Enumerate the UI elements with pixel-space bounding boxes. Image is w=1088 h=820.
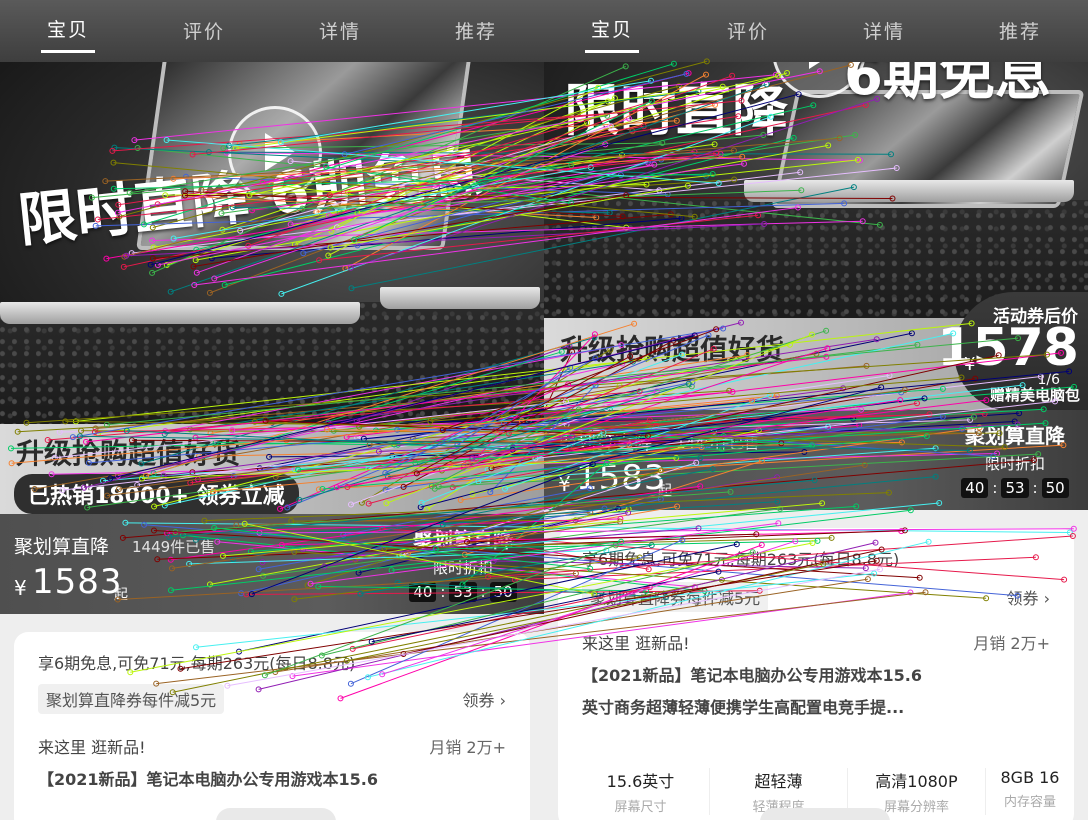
spec-key: 内存容量 bbox=[1003, 795, 1056, 810]
spec-value: 15.6英寸 bbox=[606, 772, 675, 791]
price-suffix: 起 bbox=[114, 587, 128, 603]
right-screenshot-panel: 宝贝 评价 详情 推荐 限时直降 6期免息 升级抢购超值好货 活动券后价 ¥ 1… bbox=[544, 0, 1088, 820]
flash-discount-box: 聚划算直降 限时折扣 40: 53: 50 bbox=[408, 524, 518, 602]
tab-bar-right: 宝贝 评价 详情 推荐 bbox=[544, 0, 1088, 62]
spec-item[interactable]: 8GB 16 内存容量 bbox=[986, 768, 1074, 815]
spec-value: 超轻薄 bbox=[754, 772, 803, 791]
laptop-base-image bbox=[0, 302, 360, 324]
monthly-sales-right: 月销 2万+ bbox=[973, 634, 1050, 653]
currency-symbol: ¥ bbox=[14, 576, 27, 600]
installment-info-right: 享6期免息,可免71元,每期263元(每日8.8元) bbox=[582, 550, 900, 569]
chevron-right-icon: › bbox=[499, 691, 506, 710]
timer-seconds-right: 50 bbox=[1041, 478, 1069, 498]
chevron-right-icon: › bbox=[1043, 589, 1050, 608]
tab-xiangqing-right[interactable]: 详情 bbox=[857, 11, 911, 52]
timer-hours: 40 bbox=[409, 582, 437, 602]
product-title-line-2: 英寸商务超薄轻薄便携学生高配置电竞手提... bbox=[582, 698, 905, 717]
timer-minutes: 53 bbox=[449, 582, 477, 602]
left-screenshot-panel: 宝贝 评价 详情 推荐 限时直降 6期免息 升级抢购超值好货 已热销18000+… bbox=[0, 0, 544, 820]
hot-sale-pill: 已热销18000+ 领券立减 bbox=[14, 474, 299, 514]
promo-banner-text-right-1: 限时直降 bbox=[564, 79, 788, 144]
product-hero-image[interactable]: 限时直降 6期免息 bbox=[0, 62, 544, 432]
flash-subtitle-right: 限时折扣 bbox=[984, 455, 1045, 473]
countdown-timer-right: 40: 53: 50 bbox=[960, 478, 1070, 498]
laptop-base-image-right bbox=[744, 180, 1074, 202]
product-info-card-right: 享6期免息,可免71元,每期263元(每日8.8元) 聚划算直降券每件减5元 领… bbox=[558, 528, 1074, 820]
product-title-line-1: 【2021新品】笔记本电脑办公专用游戏本15.6 bbox=[582, 666, 923, 685]
timer-hours-right: 40 bbox=[961, 478, 989, 498]
get-coupon-button-right[interactable]: 领券 › bbox=[1006, 585, 1050, 609]
coupon-tag: 聚划算直降券每件减5元 bbox=[38, 684, 225, 714]
spec-value: 8GB 16 bbox=[1000, 768, 1060, 787]
installment-info: 享6期免息,可免71元,每期263元(每日8.8元) bbox=[38, 654, 356, 673]
tab-pingjia-right[interactable]: 评价 bbox=[721, 11, 775, 52]
currency-symbol-right: ¥ bbox=[558, 472, 571, 496]
timer-seconds: 50 bbox=[489, 582, 517, 602]
upgrade-title: 升级抢购超值好货 bbox=[16, 437, 241, 470]
coupon-price-badge: 活动券后价 ¥ 1578 赠精美电脑包 bbox=[937, 292, 1088, 412]
tab-tuijian-right[interactable]: 推荐 bbox=[993, 11, 1047, 52]
store-line-right: 来这里 逛新品! 月销 2万+ bbox=[582, 630, 1050, 654]
upgrade-title-right: 升级抢购超值好货 bbox=[560, 333, 785, 366]
product-info-card: 享6期免息,可免71元,每期263元(每日8.8元) 聚划算直降券每件减5元 领… bbox=[14, 632, 530, 820]
gift-text: 赠精美电脑包 bbox=[989, 386, 1080, 404]
laptop-base-image-2 bbox=[380, 287, 540, 309]
monthly-sales: 月销 2万+ bbox=[429, 738, 506, 757]
bottom-bar-ghost-right bbox=[760, 808, 890, 820]
juhuasuan-price-bar: 聚划算直降 1449件已售 ¥ 1583 起 聚划算直降 限时折扣 40: 53… bbox=[0, 514, 544, 614]
flash-subtitle: 限时折扣 bbox=[432, 559, 493, 577]
price-suffix-right: 起 bbox=[658, 483, 672, 499]
spec-item[interactable]: 15.6英寸 屏幕尺寸 bbox=[572, 768, 710, 815]
tab-baobei[interactable]: 宝贝 bbox=[40, 9, 95, 53]
tab-tuijian[interactable]: 推荐 bbox=[449, 11, 503, 52]
coupon-tag-right: 聚划算直降券每件减5元 bbox=[582, 582, 769, 612]
coupon-row: 聚划算直降券每件减5元 领券 › bbox=[38, 684, 506, 714]
price-value: 1583 bbox=[32, 562, 123, 602]
get-coupon-button[interactable]: 领券 › bbox=[462, 687, 506, 711]
coupon-price-value: 1578 bbox=[937, 318, 1079, 378]
price-value-right: 1583 bbox=[576, 458, 667, 498]
tab-pingjia[interactable]: 评价 bbox=[177, 11, 231, 52]
sold-count: 1449件已售 bbox=[132, 538, 216, 556]
spec-key: 屏幕尺寸 bbox=[614, 800, 667, 815]
juhuasuan-label: 聚划算直降 bbox=[14, 536, 110, 558]
store-promo-text[interactable]: 来这里 逛新品! bbox=[38, 738, 146, 757]
juhuasuan-price-bar-right: 聚划算直降 1449件已售 ¥ 1583 起 聚划算直降 限时折扣 40: 53… bbox=[544, 410, 1088, 510]
bottom-bar-ghost bbox=[216, 808, 336, 820]
sold-count-right: 1449件已售 bbox=[676, 434, 760, 452]
product-title-right[interactable]: 【2021新品】笔记本电脑办公专用游戏本15.6 英寸商务超薄轻薄便携学生高配置… bbox=[582, 660, 1050, 724]
tab-baobei-right[interactable]: 宝贝 bbox=[584, 9, 639, 53]
store-line: 来这里 逛新品! 月销 2万+ bbox=[38, 734, 506, 758]
flash-discount-box-right: 聚划算直降 限时折扣 40: 53: 50 bbox=[960, 420, 1070, 498]
flash-title-right: 聚划算直降 bbox=[965, 424, 1065, 448]
tab-xiangqing[interactable]: 详情 bbox=[313, 11, 367, 52]
juhuasuan-label-right: 聚划算直降 bbox=[558, 432, 654, 454]
coupon-row-right: 聚划算直降券每件减5元 领券 › bbox=[582, 582, 1050, 612]
tab-bar: 宝贝 评价 详情 推荐 bbox=[0, 0, 544, 62]
store-promo-text-right[interactable]: 来这里 逛新品! bbox=[582, 634, 690, 653]
image-counter: 1/6 bbox=[1037, 372, 1060, 388]
spec-value: 高清1080P bbox=[875, 772, 958, 791]
flash-title: 聚划算直降 bbox=[413, 528, 513, 552]
timer-minutes-right: 53 bbox=[1001, 478, 1029, 498]
product-title[interactable]: 【2021新品】笔记本电脑办公专用游戏本15.6 bbox=[38, 764, 506, 796]
countdown-timer: 40: 53: 50 bbox=[408, 582, 518, 602]
upgrade-strip: 升级抢购超值好货 已热销18000+ 领券立减 bbox=[0, 424, 544, 520]
